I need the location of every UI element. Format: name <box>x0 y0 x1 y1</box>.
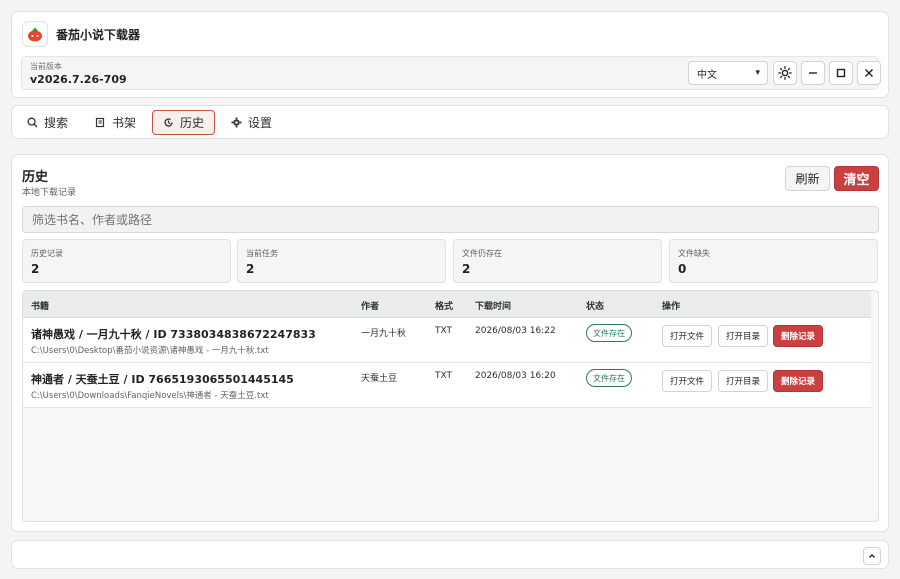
history-icon <box>164 118 173 127</box>
language-value: 中文 <box>697 69 717 81</box>
book-title: 诸神愚戏 / 一月九十秋 / ID 7338034838672247833 <box>31 328 316 341</box>
history-table: 书籍 作者 格式 下载时间 状态 操作 诸神愚戏 / 一月九十秋 / ID 73… <box>22 290 879 522</box>
version-label: 当前版本 <box>30 62 62 71</box>
expand-button[interactable] <box>863 547 881 565</box>
tab-search[interactable]: 搜索 <box>16 110 79 135</box>
refresh-button[interactable]: 刷新 <box>785 166 830 191</box>
tomato-icon <box>22 21 48 47</box>
book-path: C:\Users\0\Downloads\FanqieNovels\神通者 - … <box>31 391 269 401</box>
minimize-button[interactable] <box>801 61 825 85</box>
stat-value: 0 <box>678 262 687 276</box>
minimize-icon <box>809 72 817 74</box>
table-row: 神通者 / 天蚕土豆 / ID 7665193065501445145 C:\U… <box>23 363 871 408</box>
tab-label: 搜索 <box>44 116 69 130</box>
tab-label: 设置 <box>248 116 273 130</box>
download-time: 2026/08/03 16:20 <box>475 371 556 381</box>
column-header: 书籍 <box>31 302 50 312</box>
history-panel: 历史 本地下载记录 刷新 清空 筛选书名、作者或路径 历史记录 2 当前任务 2… <box>11 154 889 532</box>
stat-value: 2 <box>462 262 471 276</box>
download-time: 2026/08/03 16:22 <box>475 326 556 336</box>
page-subtitle: 本地下载记录 <box>22 188 77 198</box>
book-title: 神通者 / 天蚕土豆 / ID 7665193065501445145 <box>31 373 294 386</box>
bookshelf-icon <box>95 117 105 128</box>
log-panel <box>11 540 889 569</box>
open-folder-button[interactable]: 打开目录 <box>718 325 769 347</box>
column-header: 下载时间 <box>475 302 512 312</box>
open-file-button[interactable]: 打开文件 <box>662 325 713 347</box>
table-header: 书籍 作者 格式 下载时间 状态 操作 <box>23 291 871 318</box>
maximize-button[interactable] <box>829 61 853 85</box>
column-header: 状态 <box>586 302 605 312</box>
stat-value: 2 <box>246 262 255 276</box>
stat-value: 2 <box>31 262 40 276</box>
delete-record-button[interactable]: 删除记录 <box>773 325 824 347</box>
version-bar: 当前版本 v2026.7.26-709 中文 ▾ <box>21 56 881 90</box>
book-author: 一月九十秋 <box>361 329 407 339</box>
stat-label: 文件仍存在 <box>462 249 502 258</box>
status-badge: 文件存在 <box>586 324 632 342</box>
open-folder-button[interactable]: 打开目录 <box>718 370 769 392</box>
app-title: 番茄小说下载器 <box>56 28 141 42</box>
stat-label: 当前任务 <box>246 249 278 258</box>
app-header: 番茄小说下载器 当前版本 v2026.7.26-709 中文 ▾ <box>11 11 889 98</box>
stat-files-exist: 文件仍存在 2 <box>453 239 662 283</box>
stat-history-count: 历史记录 2 <box>22 239 231 283</box>
delete-record-button[interactable]: 删除记录 <box>773 370 824 392</box>
maximize-icon <box>836 68 846 78</box>
status-badge: 文件存在 <box>586 369 632 387</box>
clear-button[interactable]: 清空 <box>834 166 879 191</box>
tab-bar: 搜索 书架 历史 设置 <box>11 105 889 139</box>
book-path: C:\Users\0\Desktop\番茄小说资源\诸神愚戏 - 一月九十秋.t… <box>31 346 269 356</box>
page-title: 历史 <box>22 170 49 185</box>
column-header: 格式 <box>435 302 454 312</box>
filter-input[interactable]: 筛选书名、作者或路径 <box>22 206 879 233</box>
stat-label: 文件缺失 <box>678 249 710 258</box>
close-button[interactable] <box>857 61 881 85</box>
chevron-down-icon: ▾ <box>755 68 760 78</box>
sun-icon <box>778 66 792 80</box>
table-row: 诸神愚戏 / 一月九十秋 / ID 7338034838672247833 C:… <box>23 318 871 363</box>
stat-current-tasks: 当前任务 2 <box>237 239 446 283</box>
open-file-button[interactable]: 打开文件 <box>662 370 713 392</box>
language-select[interactable]: 中文 ▾ <box>688 61 768 85</box>
version-value: v2026.7.26-709 <box>30 73 127 86</box>
book-format: TXT <box>435 326 453 336</box>
tab-history[interactable]: 历史 <box>152 110 216 135</box>
stat-label: 历史记录 <box>31 249 63 258</box>
search-icon <box>27 117 38 128</box>
theme-toggle-button[interactable] <box>773 61 797 85</box>
chevron-up-icon <box>869 554 875 558</box>
column-header: 作者 <box>361 302 380 312</box>
book-author: 天蚕土豆 <box>361 374 398 384</box>
stat-files-missing: 文件缺失 0 <box>669 239 878 283</box>
column-header: 操作 <box>662 302 681 312</box>
tab-label: 书架 <box>112 116 137 130</box>
tab-bookshelf[interactable]: 书架 <box>84 110 147 135</box>
gear-icon <box>231 117 242 128</box>
tab-settings[interactable]: 设置 <box>220 110 283 135</box>
book-format: TXT <box>435 371 453 381</box>
tab-label: 历史 <box>180 116 205 130</box>
close-icon <box>865 69 873 77</box>
